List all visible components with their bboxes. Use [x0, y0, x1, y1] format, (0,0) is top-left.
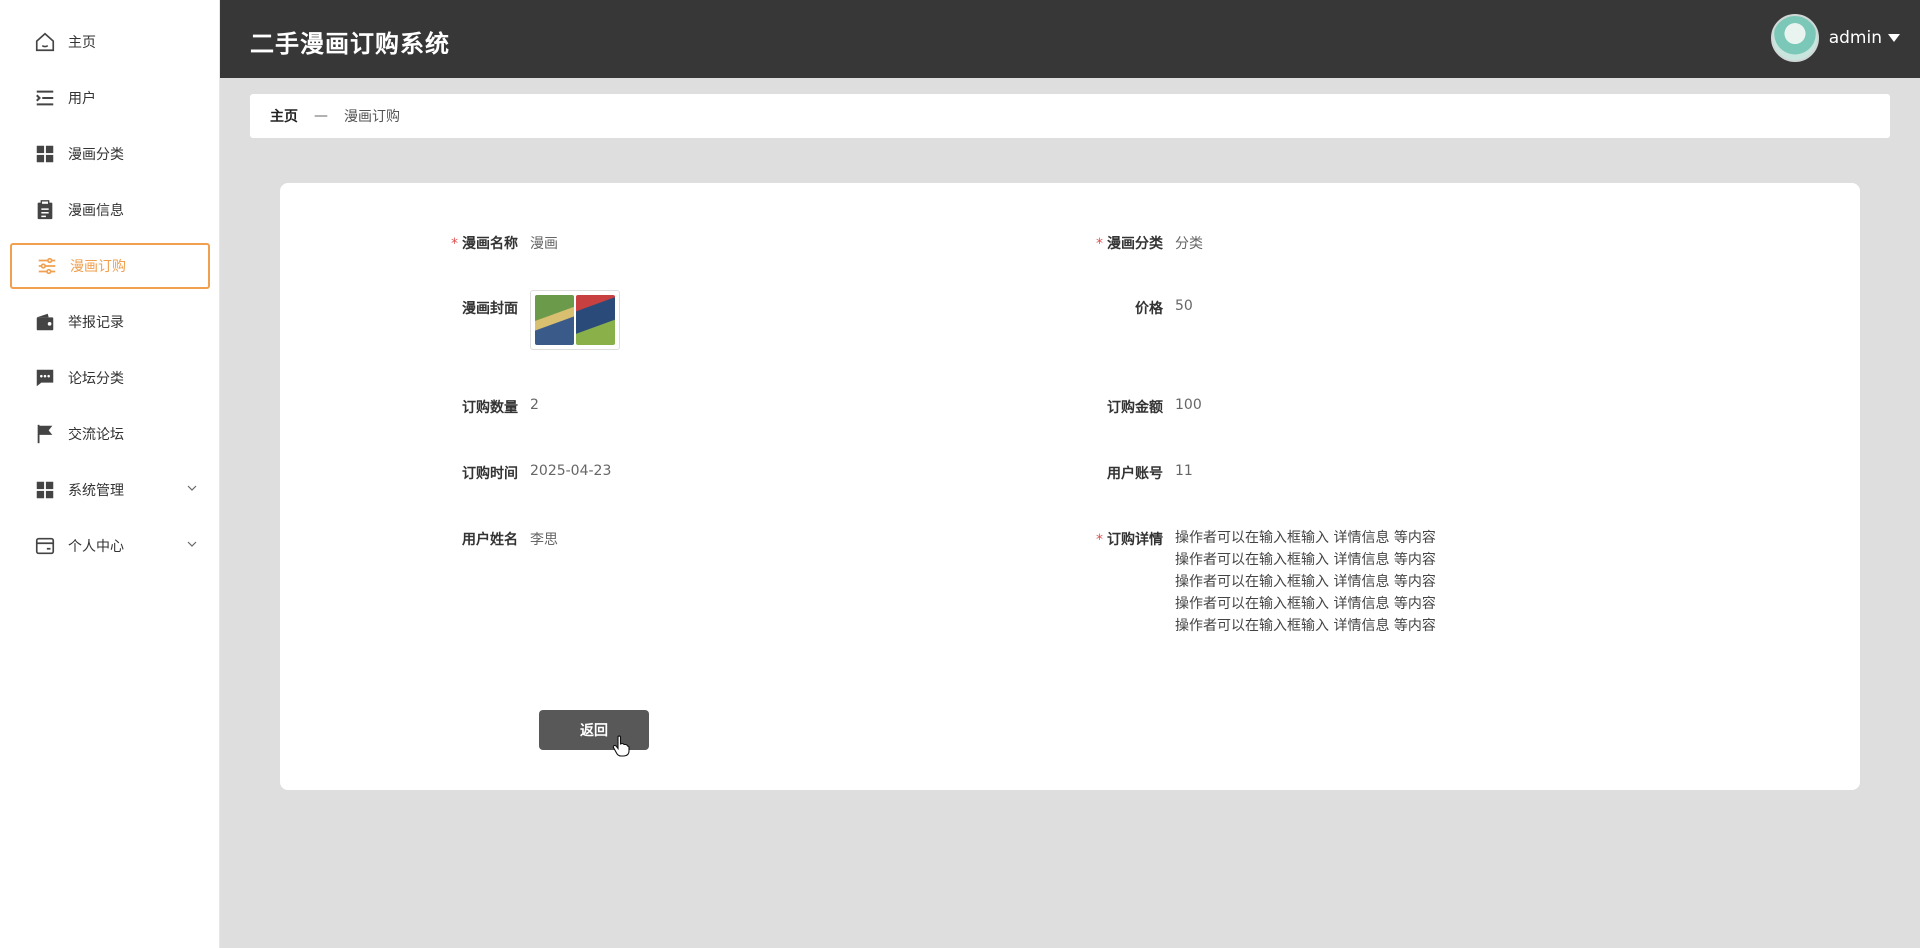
field-value: 50	[1175, 298, 1193, 314]
sidebar-item-comic-order[interactable]: 漫画订购	[10, 243, 210, 289]
field-value: 2025-04-23	[530, 463, 612, 479]
sidebar: 主页 用户 漫画分类 漫画信息 漫画订购 举报记录 论坛分类 交流论坛 系统管理…	[0, 0, 220, 948]
field-price: 价格 50	[1085, 298, 1193, 318]
sidebar-item-personal-center[interactable]: 个人中心	[10, 523, 210, 569]
chat-icon	[34, 367, 56, 389]
field-comic-name: * 漫画名称 漫画	[440, 233, 558, 253]
details-line: 操作者可以在输入框输入 详情信息 等内容	[1175, 618, 1436, 634]
details-line: 操作者可以在输入框输入 详情信息 等内容	[1175, 530, 1436, 546]
sidebar-item-comic-info[interactable]: 漫画信息	[10, 187, 210, 233]
sidebar-item-forum[interactable]: 交流论坛	[10, 411, 210, 457]
required-mark: *	[451, 236, 458, 252]
sidebar-item-comic-category[interactable]: 漫画分类	[10, 131, 210, 177]
field-order-details: * 订购详情 操作者可以在输入框输入 详情信息 等内容 操作者可以在输入框输入 详…	[1085, 529, 1436, 637]
field-order-time: 订购时间 2025-04-23	[440, 463, 611, 483]
field-label: 用户姓名	[462, 532, 518, 548]
app-title: 二手漫画订购系统	[250, 30, 450, 58]
sidebar-item-system-management[interactable]: 系统管理	[10, 467, 210, 513]
sidebar-item-label: 主页	[68, 35, 96, 51]
sidebar-item-label: 系统管理	[68, 483, 124, 499]
cover-book	[535, 295, 574, 345]
field-label: * 漫画分类	[1096, 236, 1163, 252]
field-order-quantity: 订购数量 2	[440, 397, 539, 417]
hand-cursor-icon	[612, 735, 630, 757]
field-value: 漫画	[530, 236, 558, 252]
field-comic-cover: 漫画封面	[440, 290, 620, 350]
sidebar-item-home[interactable]: 主页	[10, 19, 210, 65]
details-line: 操作者可以在输入框输入 详情信息 等内容	[1175, 574, 1436, 590]
field-comic-category: * 漫画分类 分类	[1085, 233, 1203, 253]
sidebar-item-label: 个人中心	[68, 539, 124, 555]
home-icon	[34, 31, 56, 53]
sidebar-item-label: 漫画信息	[68, 203, 124, 219]
field-order-amount: 订购金额 100	[1085, 397, 1202, 417]
sidebar-item-label: 漫画订购	[70, 259, 126, 275]
field-user-account: 用户账号 11	[1085, 463, 1193, 483]
sidebar-item-label: 交流论坛	[68, 427, 124, 443]
field-label: 价格	[1135, 301, 1163, 317]
field-value: 李思	[530, 532, 558, 548]
cover-book	[576, 295, 615, 345]
field-label: 订购时间	[462, 466, 518, 482]
user-menu[interactable]: admin	[1770, 14, 1900, 62]
grid-icon	[34, 479, 56, 501]
field-label: 用户账号	[1107, 466, 1163, 482]
detail-card: * 漫画名称 漫画 * 漫画分类 分类 漫画封面 价格 50 订购数量 2 订购金额…	[280, 183, 1860, 790]
top-header: 二手漫画订购系统 admin	[220, 0, 1920, 78]
username: admin	[1828, 28, 1882, 48]
back-button[interactable]: 返回	[539, 710, 649, 750]
field-value: 11	[1175, 463, 1193, 479]
required-mark: *	[1096, 236, 1103, 252]
sidebar-item-forum-category[interactable]: 论坛分类	[10, 355, 210, 401]
list-indent-icon	[34, 87, 56, 109]
required-mark: *	[1096, 532, 1103, 548]
breadcrumb-current: 漫画订购	[344, 109, 400, 125]
sidebar-item-label: 论坛分类	[68, 371, 124, 387]
sidebar-item-report-records[interactable]: 举报记录	[10, 299, 210, 345]
sliders-icon	[36, 255, 58, 277]
flag-icon	[34, 423, 56, 445]
details-line: 操作者可以在输入框输入 详情信息 等内容	[1175, 596, 1436, 612]
comic-cover-image[interactable]	[530, 290, 620, 350]
wallet-icon	[34, 311, 56, 333]
field-label: * 漫画名称	[451, 236, 518, 252]
field-value: 100	[1175, 397, 1202, 413]
breadcrumb-separator: —	[314, 108, 328, 124]
field-label: * 订购详情	[1096, 532, 1163, 548]
card-icon	[34, 535, 56, 557]
details-line: 操作者可以在输入框输入 详情信息 等内容	[1175, 552, 1436, 568]
field-label: 漫画封面	[462, 301, 518, 317]
field-user-name: 用户姓名 李思	[440, 529, 558, 549]
field-label: 订购数量	[462, 400, 518, 416]
chevron-down-icon	[187, 485, 197, 491]
breadcrumb: 主页 — 漫画订购	[250, 94, 1890, 138]
grid-icon	[34, 143, 56, 165]
field-value: 分类	[1175, 236, 1203, 252]
sidebar-item-label: 漫画分类	[68, 147, 124, 163]
sidebar-item-label: 举报记录	[68, 315, 124, 331]
field-label: 订购金额	[1107, 400, 1163, 416]
order-details-text: 操作者可以在输入框输入 详情信息 等内容 操作者可以在输入框输入 详情信息 等内…	[1175, 527, 1436, 637]
sidebar-item-users[interactable]: 用户	[10, 75, 210, 121]
clipboard-icon	[34, 199, 56, 221]
sidebar-item-label: 用户	[68, 91, 96, 107]
breadcrumb-home[interactable]: 主页	[270, 106, 298, 126]
avatar	[1770, 14, 1819, 62]
chevron-down-icon	[187, 541, 197, 547]
field-value: 2	[530, 397, 539, 413]
caret-down-icon	[1888, 34, 1900, 42]
